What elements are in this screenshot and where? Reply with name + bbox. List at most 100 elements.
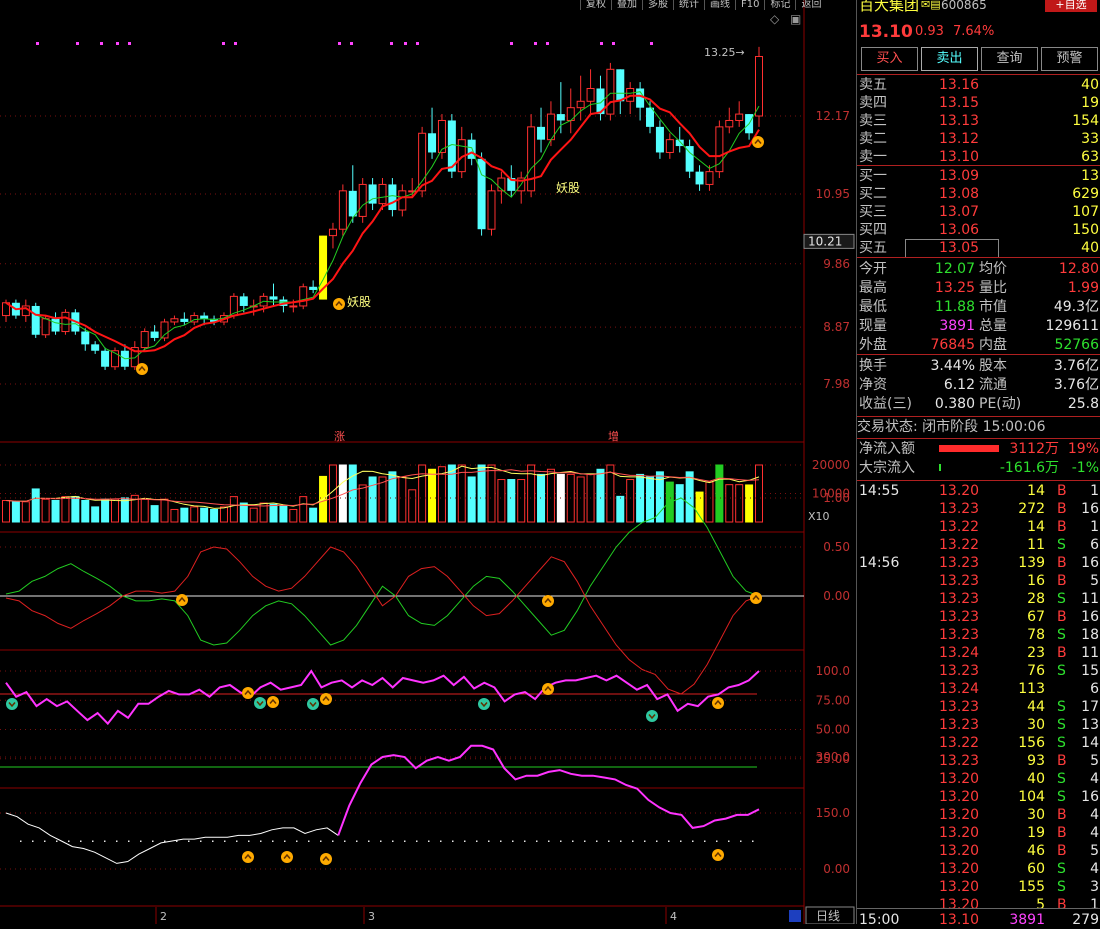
osc3-dotted-line	[644, 840, 646, 842]
restore-icon[interactable]: ▣	[790, 12, 801, 26]
ask-volume: 19	[1081, 95, 1099, 111]
candle-body	[655, 126, 664, 153]
scroll-button[interactable]	[789, 910, 801, 922]
tick-row[interactable]: 13.20 104 S 16	[857, 788, 1100, 806]
toolbar-item-2[interactable]: 多股	[642, 0, 673, 10]
tick-row[interactable]: 13.23 272 B 16	[857, 500, 1100, 518]
period-label: 日线	[816, 909, 840, 923]
stat-row: 现量 3891 总量 129611	[857, 317, 1100, 335]
tick-price: 13.23	[939, 501, 980, 517]
tick-row[interactable]: 13.23 16 B 5	[857, 572, 1100, 590]
tick-row[interactable]: 14:55 13.20 14 B 1	[857, 482, 1100, 500]
stat-row: 今开 12.07 均价 12.80	[857, 260, 1100, 278]
osc2-signal-icon	[307, 698, 319, 710]
tick-row[interactable]: 14:56 13.23 139 B 16	[857, 554, 1100, 572]
add-watchlist-button[interactable]: +自选	[1045, 0, 1097, 12]
volume-bar	[269, 503, 278, 523]
toolbar-item-5[interactable]: F10	[735, 0, 764, 10]
buy-button[interactable]: 买入	[861, 47, 918, 71]
volume-bar	[210, 508, 219, 523]
tick-side: B	[1057, 501, 1067, 517]
osc3-dotted-line	[140, 840, 142, 842]
toolbar-item-4[interactable]: 画线	[704, 0, 735, 10]
tick-row[interactable]: 13.20 40 S 4	[857, 770, 1100, 788]
candle-body	[150, 331, 159, 338]
tick-row[interactable]: 13.24 23 B 11	[857, 644, 1100, 662]
buy-signal-icon	[752, 136, 764, 148]
bid-volume: 107	[1072, 204, 1099, 220]
candle-body	[309, 286, 318, 290]
osc3-dotted-line	[428, 840, 430, 842]
volume-bar	[745, 484, 754, 523]
toolbar-item-1[interactable]: 叠加	[611, 0, 642, 10]
tick-volume: 23	[1027, 645, 1045, 661]
tick-volume: 60	[1027, 861, 1045, 877]
tick-price: 13.23	[939, 663, 980, 679]
kline-chart[interactable]: 12.1710.959.868.877.9810.2113.25→妖股妖股涨 增2…	[0, 0, 855, 924]
tick-row[interactable]: 13.22 14 B 1	[857, 518, 1100, 536]
tick-row[interactable]: 13.23 44 S 17	[857, 698, 1100, 716]
volume-bar	[309, 507, 318, 523]
osc3-signal-icon	[242, 851, 254, 863]
volume-bar	[725, 484, 734, 523]
tick-row[interactable]: 13.23 76 S 15	[857, 662, 1100, 680]
tick-volume: 156	[1018, 735, 1045, 751]
ask-price: 13.15	[939, 95, 980, 111]
tick-side: B	[1057, 573, 1067, 589]
tick-volume: 30	[1027, 807, 1045, 823]
kline-chart-area[interactable]: 12.17 10.95 9.86 8.87 7.98 10.21 13.25→ 妖股 妖股涨增 2…	[0, 0, 855, 924]
tick-row[interactable]: 13.24 113 6	[857, 680, 1100, 698]
tick-row[interactable]: 13.23 93 B 5	[857, 752, 1100, 770]
tick-price: 13.22	[939, 735, 980, 751]
tick-row[interactable]: 13.20 46 B 5	[857, 842, 1100, 860]
tick-price: 13.23	[939, 591, 980, 607]
osc3-dotted-line	[692, 840, 694, 842]
candle-body	[487, 190, 496, 230]
tick-row[interactable]: 13.23 30 S 13	[857, 716, 1100, 734]
ask-label: 卖二	[859, 131, 887, 147]
osc3-dotted-line	[584, 840, 586, 842]
ask-row: 卖二 13.12 33	[857, 130, 1100, 148]
ask-volume: 63	[1081, 149, 1099, 165]
volume-bar	[249, 507, 258, 523]
tick-count: 14	[1081, 735, 1099, 751]
toolbar-item-7[interactable]: 返回	[795, 0, 826, 10]
volume-bar	[150, 505, 159, 523]
query-button[interactable]: 查询	[981, 47, 1038, 71]
volume-bar	[715, 464, 724, 523]
tick-row[interactable]: 13.22 156 S 14	[857, 734, 1100, 752]
volume-bar	[616, 495, 625, 523]
tick-row[interactable]: 13.22 11 S 6	[857, 536, 1100, 554]
candle-body	[616, 69, 625, 102]
osc2-signal-icon	[267, 696, 279, 708]
osc3-dotted-line	[500, 840, 502, 842]
toolbar-item-6[interactable]: 标记	[764, 0, 795, 10]
volume-bar	[507, 479, 516, 523]
tick-row[interactable]: 13.20 30 B 4	[857, 806, 1100, 824]
tick-row[interactable]: 13.23 67 B 16	[857, 608, 1100, 626]
tick-row[interactable]: 13.20 60 S 4	[857, 860, 1100, 878]
tick-row[interactable]: 13.20 19 B 4	[857, 824, 1100, 842]
current-price-tag: 10.21	[808, 234, 842, 248]
sell-button[interactable]: 卖出	[921, 47, 978, 71]
candle-body	[428, 133, 437, 153]
stat-value: 1.99	[1067, 280, 1099, 296]
ask-volume: 33	[1081, 131, 1099, 147]
tick-volume: 76	[1027, 663, 1045, 679]
alert-button[interactable]: 预警	[1041, 47, 1098, 71]
candle-body	[388, 184, 397, 211]
signal-dot	[510, 42, 513, 45]
tick-row[interactable]: 13.20 155 S 3	[857, 878, 1100, 896]
ask-price: 13.10	[939, 149, 980, 165]
flow-pct: 19%	[1067, 441, 1099, 457]
diamond-icon[interactable]: ◇	[770, 12, 779, 26]
tick-row[interactable]: 13.23 78 S 18	[857, 626, 1100, 644]
toolbar-item-0[interactable]: 复权	[580, 0, 611, 10]
candle-body	[586, 87, 595, 102]
tick-volume: 46	[1027, 843, 1045, 859]
osc3-dotted-line	[548, 840, 550, 842]
toolbar-item-3[interactable]: 统计	[673, 0, 704, 10]
tick-row[interactable]: 13.23 28 S 11	[857, 590, 1100, 608]
tick-volume: 272	[1018, 501, 1045, 517]
candle-body	[378, 183, 387, 205]
